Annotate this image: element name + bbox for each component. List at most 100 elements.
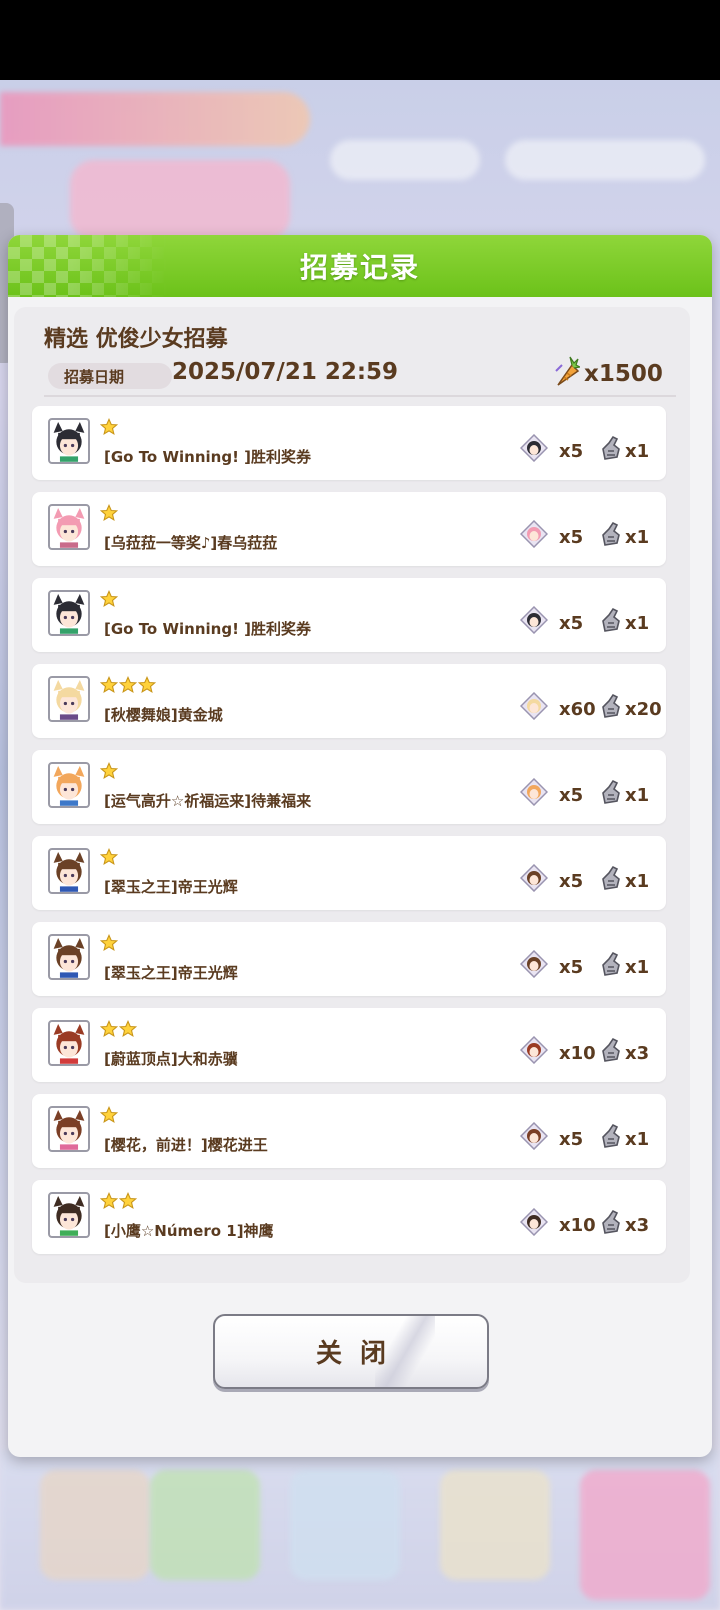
carrot-icon — [555, 356, 580, 386]
character-avatar — [48, 1020, 90, 1066]
record-row: [Go To Winning! ]胜利奖券 x5 x1 — [32, 578, 666, 652]
character-avatar — [48, 418, 90, 464]
item-count: x1 — [625, 1129, 650, 1150]
character-avatar — [48, 1192, 90, 1238]
character-avatar — [48, 504, 90, 550]
shoe-item-icon — [599, 951, 623, 977]
close-button[interactable]: 关闭 — [213, 1314, 489, 1389]
rarity-stars — [99, 934, 119, 954]
character-avatar — [48, 676, 90, 722]
item-count: x1 — [625, 527, 650, 548]
piece-count: x10 — [559, 1215, 596, 1236]
item-count: x20 — [625, 699, 662, 720]
rarity-stars — [99, 848, 119, 868]
item-count: x1 — [625, 441, 650, 462]
star-icon — [99, 1106, 119, 1124]
piece-count: x5 — [559, 613, 584, 634]
record-name: [樱花，前进！]樱花进王 — [104, 1136, 268, 1154]
background-nav-item — [40, 1470, 150, 1580]
record-row: [樱花，前进！]樱花进王 x5 x1 — [32, 1094, 666, 1168]
item-count: x1 — [625, 871, 650, 892]
record-name: [运气高升☆祈福运来]待兼福来 — [104, 792, 312, 810]
background-banner — [70, 160, 290, 240]
piece-count: x5 — [559, 527, 584, 548]
divider — [44, 395, 676, 397]
record-name: [小鹰☆Número 1]神鹰 — [104, 1222, 274, 1240]
background-nav-item — [580, 1470, 710, 1600]
header-pattern — [8, 235, 168, 297]
piece-icon — [519, 691, 549, 721]
record-name: [Go To Winning! ]胜利奖券 — [104, 620, 311, 638]
rarity-stars — [99, 676, 157, 696]
piece-count: x5 — [559, 785, 584, 806]
dialog-title: 招募记录 — [299, 251, 420, 284]
record-name: [蔚蓝顶点]大和赤骥 — [104, 1050, 238, 1068]
star-icon — [118, 1020, 138, 1038]
character-avatar — [48, 1106, 90, 1152]
star-icon — [99, 762, 119, 780]
dialog-header: 招募记录 — [8, 235, 712, 297]
shoe-item-icon — [599, 435, 623, 461]
rarity-stars — [99, 418, 119, 438]
character-avatar — [48, 934, 90, 980]
rarity-stars — [99, 590, 119, 610]
piece-icon — [519, 863, 549, 893]
item-count: x1 — [625, 613, 650, 634]
piece-count: x5 — [559, 871, 584, 892]
star-icon — [99, 1192, 119, 1210]
piece-icon — [519, 1207, 549, 1237]
piece-count: x5 — [559, 441, 584, 462]
close-button-label: 关闭 — [315, 1339, 404, 1369]
record-row: [小鹰☆Número 1]神鹰 x10 x3 — [32, 1180, 666, 1254]
shoe-item-icon — [599, 1209, 623, 1235]
date-value: 2025/07/21 22:59 — [172, 359, 399, 385]
gacha-history-dialog: 招募记录 精选 优俊少女招募 招募日期 2025/07/21 22:59 x15… — [8, 235, 712, 1457]
shoe-item-icon — [599, 607, 623, 633]
shoe-item-icon — [599, 1037, 623, 1063]
piece-count: x5 — [559, 1129, 584, 1150]
piece-icon — [519, 433, 549, 463]
star-icon — [137, 676, 157, 694]
item-count: x3 — [625, 1043, 650, 1064]
character-avatar — [48, 762, 90, 808]
rarity-stars — [99, 1106, 119, 1126]
background-pill — [330, 140, 480, 180]
background-nav-item — [290, 1470, 400, 1580]
background-title-bar — [0, 92, 310, 146]
shoe-item-icon — [599, 693, 623, 719]
record-name: [秋樱舞娘]黄金城 — [104, 706, 223, 724]
rarity-stars — [99, 1020, 138, 1040]
star-icon — [99, 676, 119, 694]
star-icon — [99, 590, 119, 608]
record-row: [Go To Winning! ]胜利奖券 x5 x1 — [32, 406, 666, 480]
cost-value: x1500 — [584, 361, 663, 387]
item-count: x1 — [625, 785, 650, 806]
record-row: [乌菈菈一等奖♪]春乌菈菈 x5 x1 — [32, 492, 666, 566]
piece-icon — [519, 519, 549, 549]
status-bar — [0, 0, 720, 80]
record-row: [秋樱舞娘]黄金城 x60 x20 — [32, 664, 666, 738]
character-avatar — [48, 848, 90, 894]
background-nav-item — [150, 1470, 260, 1580]
item-count: x1 — [625, 957, 650, 978]
star-icon — [118, 676, 138, 694]
piece-count: x60 — [559, 699, 596, 720]
record-name: [翠玉之王]帝王光辉 — [104, 878, 238, 896]
piece-icon — [519, 949, 549, 979]
record-row: [翠玉之王]帝王光辉 x5 x1 — [32, 922, 666, 996]
record-name: [翠玉之王]帝王光辉 — [104, 964, 238, 982]
date-label: 招募日期 — [48, 363, 172, 389]
star-icon — [99, 1020, 119, 1038]
background-pill — [505, 140, 705, 180]
piece-icon — [519, 777, 549, 807]
character-avatar — [48, 590, 90, 636]
gacha-name: 精选 优俊少女招募 — [44, 327, 228, 352]
star-icon — [99, 848, 119, 866]
background-nav-item — [440, 1470, 550, 1580]
star-icon — [99, 418, 119, 436]
star-icon — [99, 504, 119, 522]
piece-count: x5 — [559, 957, 584, 978]
piece-count: x10 — [559, 1043, 596, 1064]
record-name: [Go To Winning! ]胜利奖券 — [104, 448, 311, 466]
shoe-item-icon — [599, 865, 623, 891]
